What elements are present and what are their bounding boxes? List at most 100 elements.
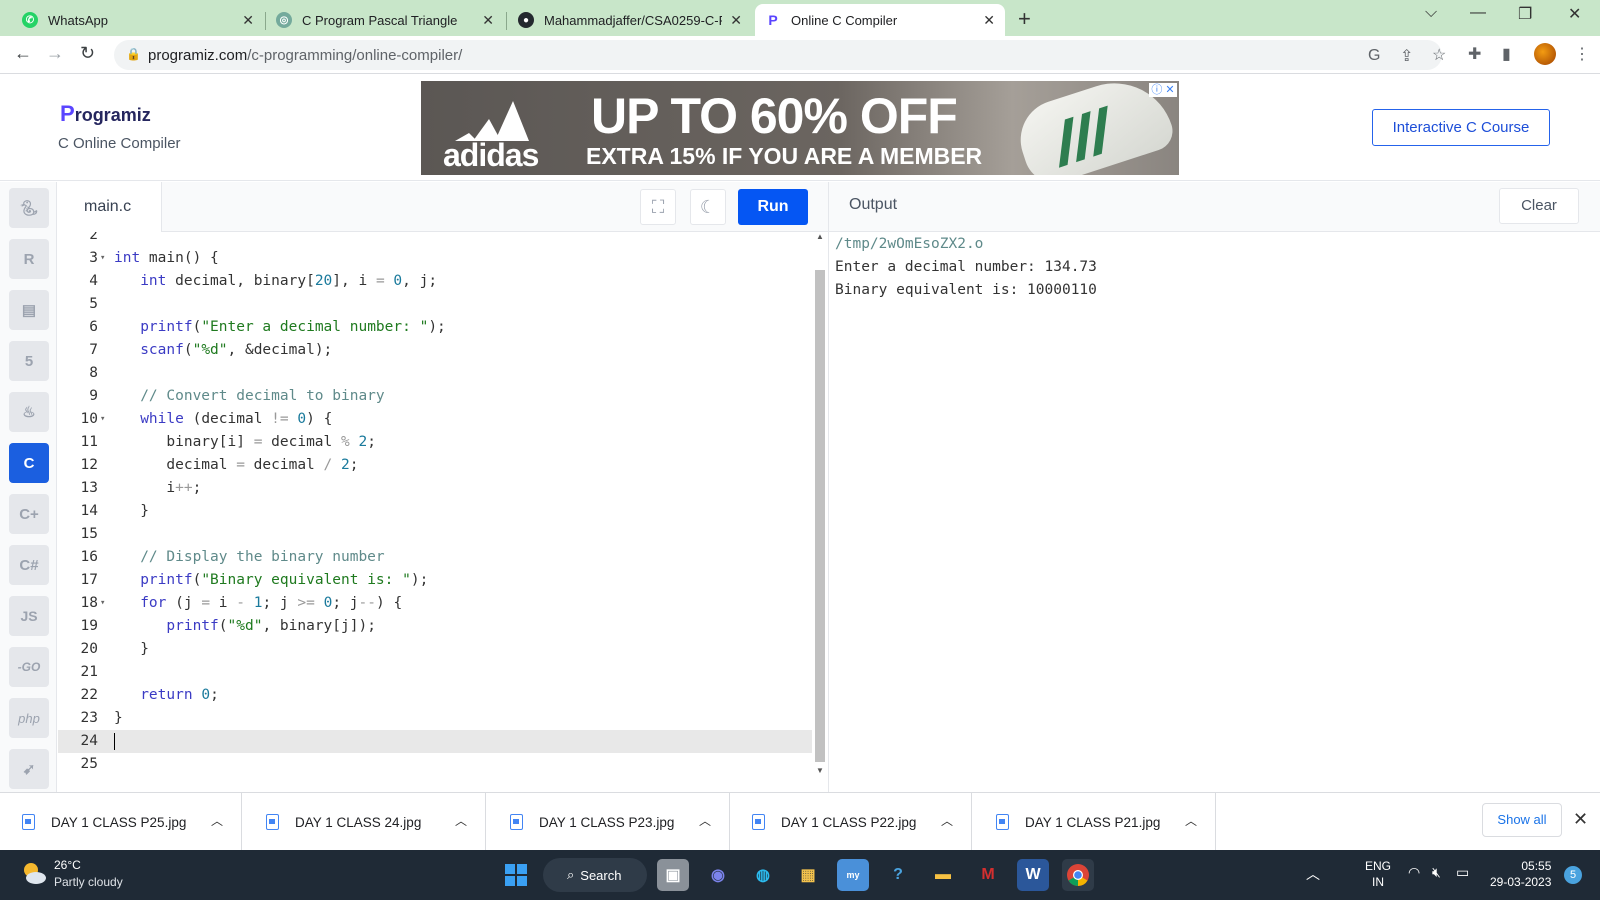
- code-line[interactable]: 23}: [58, 707, 812, 730]
- close-tab-icon[interactable]: ✕: [482, 12, 494, 29]
- code-line[interactable]: 14 }: [58, 500, 812, 523]
- tab-c-program-pascal-triangle[interactable]: ◎ C Program Pascal Triangle ✕: [266, 4, 504, 36]
- download-item[interactable]: DAY 1 CLASS P22.jpg ︿: [730, 793, 972, 851]
- volume-muted-icon[interactable]: 🔇︎: [1432, 864, 1441, 881]
- profile-avatar[interactable]: [1534, 43, 1556, 65]
- code-line[interactable]: 11 binary[i] = decimal % 2;: [58, 431, 812, 454]
- code-line[interactable]: 5: [58, 293, 812, 316]
- back-arrow-icon[interactable]: ←: [14, 43, 32, 64]
- python-icon[interactable]: 🐍︎: [9, 188, 49, 228]
- java-icon[interactable]: ♨: [9, 392, 49, 432]
- reload-icon[interactable]: ↻: [80, 43, 95, 64]
- interactive-c-course-button[interactable]: Interactive C Course: [1372, 109, 1550, 146]
- scroll-down-arrow-icon[interactable]: ▼: [816, 766, 824, 775]
- r-language-icon[interactable]: R: [9, 239, 49, 279]
- c-language-icon[interactable]: C: [9, 443, 49, 483]
- google-icon[interactable]: G: [1368, 47, 1380, 65]
- sql-database-icon[interactable]: ▤: [9, 290, 49, 330]
- php-icon[interactable]: php: [9, 698, 49, 738]
- clear-button[interactable]: Clear: [1499, 188, 1579, 224]
- javascript-icon[interactable]: JS: [9, 596, 49, 636]
- partly-cloudy-icon[interactable]: [20, 859, 48, 887]
- tab-github[interactable]: ● Mahammadjaffer/CSA0259-C-PR ✕: [508, 4, 752, 36]
- mcafee-icon[interactable]: M: [972, 859, 1004, 891]
- fullscreen-icon[interactable]: ⛶: [640, 189, 676, 225]
- word-icon[interactable]: W: [1017, 859, 1049, 891]
- code-line[interactable]: 19 printf("%d", binary[j]);: [58, 615, 812, 638]
- advertisement-banner[interactable]: adidas UP TO 60% OFF EXTRA 15% IF YOU AR…: [421, 81, 1179, 175]
- output-console[interactable]: /tmp/2wOmEsoZX2.o Enter a decimal number…: [828, 232, 1600, 792]
- code-line[interactable]: 20 }: [58, 638, 812, 661]
- scrollbar-thumb[interactable]: [815, 270, 825, 762]
- go-icon[interactable]: -GO: [9, 647, 49, 687]
- code-line[interactable]: 2: [58, 232, 812, 247]
- download-item[interactable]: DAY 1 CLASS 24.jpg ︿: [244, 793, 486, 851]
- task-view-icon[interactable]: ▣: [657, 859, 689, 891]
- chevron-up-icon[interactable]: ︿: [1185, 812, 1197, 829]
- cpp-icon[interactable]: C+: [9, 494, 49, 534]
- editor-scrollbar[interactable]: ▲ ▼: [812, 232, 828, 792]
- close-tab-icon[interactable]: ✕: [730, 12, 742, 29]
- code-line[interactable]: 6 printf("Enter a decimal number: ");: [58, 316, 812, 339]
- code-line[interactable]: 25: [58, 753, 812, 776]
- code-line[interactable]: 12 decimal = decimal / 2;: [58, 454, 812, 477]
- run-button[interactable]: Run: [738, 189, 808, 225]
- close-tab-icon[interactable]: ✕: [242, 12, 254, 29]
- address-bar[interactable]: 🔒 programiz.com/c-programming/online-com…: [114, 40, 1446, 70]
- code-line[interactable]: 24: [58, 730, 812, 753]
- code-line[interactable]: 21: [58, 661, 812, 684]
- input-language[interactable]: ENG IN: [1365, 858, 1391, 890]
- show-all-downloads-button[interactable]: Show all: [1482, 803, 1562, 837]
- bookmark-star-icon[interactable]: ☆: [1432, 45, 1446, 65]
- forward-arrow-icon[interactable]: →: [46, 43, 64, 64]
- fold-arrow-icon[interactable]: ▾: [100, 247, 105, 270]
- download-item[interactable]: DAY 1 CLASS P25.jpg ︿: [0, 793, 242, 851]
- extensions-icon[interactable]: ✚: [1468, 44, 1481, 64]
- file-explorer-icon[interactable]: ▬: [927, 859, 959, 891]
- restore-icon[interactable]: ❐: [1518, 4, 1532, 24]
- code-line[interactable]: 10 ▾ while (decimal != 0) {: [58, 408, 812, 431]
- csharp-icon[interactable]: C#: [9, 545, 49, 585]
- file-tab-main-c[interactable]: main.c: [58, 182, 162, 232]
- battery-icon[interactable]: ▭: [1456, 864, 1469, 881]
- fold-arrow-icon[interactable]: ▾: [100, 408, 105, 431]
- code-line[interactable]: 13 i++;: [58, 477, 812, 500]
- code-editor[interactable]: 2 3 ▾ int main() {4 int decimal, binary[20]…: [58, 232, 812, 792]
- get-help-icon[interactable]: ?: [882, 859, 914, 891]
- programiz-logo[interactable]: Programiz: [60, 101, 151, 127]
- windows-start-icon[interactable]: [500, 859, 532, 891]
- html5-icon[interactable]: 5: [9, 341, 49, 381]
- taskbar-search[interactable]: ⌕ Search: [543, 858, 647, 892]
- scroll-up-arrow-icon[interactable]: ▲: [816, 232, 824, 241]
- wifi-icon[interactable]: ◠: [1408, 864, 1420, 881]
- chrome-icon[interactable]: [1062, 859, 1094, 891]
- code-line[interactable]: 3 ▾ int main() {: [58, 247, 812, 270]
- chrome-menu-icon[interactable]: ⋮: [1574, 44, 1590, 64]
- code-line[interactable]: 22 return 0;: [58, 684, 812, 707]
- weather-temperature[interactable]: 26°C: [54, 858, 81, 872]
- show-hidden-icons-chevron-icon[interactable]: ︿: [1306, 864, 1320, 884]
- code-line[interactable]: 4 int decimal, binary[20], i = 0, j;: [58, 270, 812, 293]
- minimize-icon[interactable]: —: [1470, 4, 1486, 22]
- close-shelf-icon[interactable]: ✕: [1573, 809, 1588, 830]
- code-line[interactable]: 15: [58, 523, 812, 546]
- code-line[interactable]: 17 printf("Binary equivalent is: ");: [58, 569, 812, 592]
- lock-icon[interactable]: 🔒: [126, 47, 141, 61]
- chevron-up-icon[interactable]: ︿: [455, 812, 467, 829]
- myjio-icon[interactable]: my: [837, 859, 869, 891]
- chevron-up-icon[interactable]: ︿: [699, 812, 711, 829]
- chevron-up-icon[interactable]: ︿: [211, 812, 223, 829]
- dark-mode-moon-icon[interactable]: ☾: [690, 189, 726, 225]
- download-item[interactable]: DAY 1 CLASS P21.jpg ︿: [974, 793, 1216, 851]
- ad-close-icon[interactable]: ⓘ ✕: [1149, 83, 1177, 97]
- tab-search-chevron-icon[interactable]: ⌵: [1425, 4, 1437, 22]
- edge-icon[interactable]: ◍: [747, 859, 779, 891]
- close-window-icon[interactable]: ✕: [1568, 4, 1581, 24]
- close-tab-icon[interactable]: ✕: [983, 12, 995, 29]
- code-line[interactable]: 7 scanf("%d", &decimal);: [58, 339, 812, 362]
- side-panel-icon[interactable]: ▮: [1502, 44, 1511, 64]
- chevron-up-icon[interactable]: ︿: [941, 812, 953, 829]
- system-clock[interactable]: 05:55 29-03-2023: [1490, 858, 1551, 890]
- swift-icon[interactable]: ➹: [9, 749, 49, 789]
- tab-whatsapp[interactable]: ✆ WhatsApp ✕: [12, 4, 264, 36]
